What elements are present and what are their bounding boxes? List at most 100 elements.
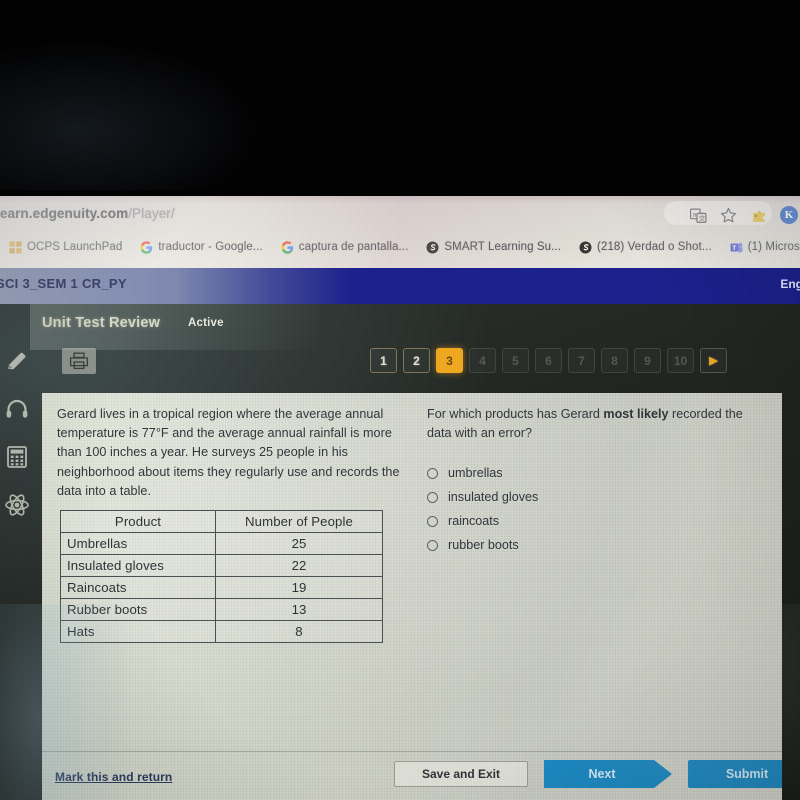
bookmark-label: (1) Microsoft Teams — [747, 241, 800, 253]
table-row: Rubber boots 13 — [60, 598, 383, 621]
table-row: Hats 8 — [60, 620, 383, 643]
pager-page-7[interactable]: 7 — [568, 348, 595, 373]
google-icon — [281, 240, 294, 254]
prompt-emphasis: most likely — [603, 407, 669, 421]
answer-choices: umbrellas insulated gloves raincoats rub… — [427, 461, 762, 557]
pager-page-9[interactable]: 9 — [634, 348, 661, 373]
radio-button-icon[interactable] — [427, 491, 438, 503]
question-pager: 1 2 3 4 5 6 7 8 9 10 ▶ — [370, 348, 727, 373]
answer-choice-label: raincoats — [448, 514, 500, 529]
pager-page-1[interactable]: 1 — [370, 348, 397, 373]
table-row: Insulated gloves 22 — [60, 554, 383, 577]
pager-page-3[interactable]: 3 — [436, 348, 463, 373]
table-cell-product: Raincoats — [60, 576, 216, 599]
bezel-glare — [0, 40, 260, 190]
bookmark-item-traductor-google[interactable]: traductor - Google... — [131, 240, 271, 254]
svg-text:T: T — [732, 245, 736, 252]
answer-choice-umbrellas[interactable]: umbrellas — [427, 461, 762, 485]
save-and-exit-button[interactable]: Save and Exit — [394, 761, 528, 787]
footer-divider — [42, 751, 782, 752]
pager-page-2[interactable]: 2 — [403, 348, 430, 373]
url-text: learn.edgenuity.com/Player/ — [0, 206, 175, 221]
app-header: Unit Test Review Active — [0, 304, 800, 350]
bookmark-label: SMART Learning Su... — [444, 241, 562, 253]
radio-button-icon[interactable] — [427, 539, 438, 551]
bookmark-item-ocps-launchpad[interactable]: OCPS LaunchPad — [0, 241, 131, 254]
pager-page-10[interactable]: 10 — [667, 348, 694, 373]
svg-text:a: a — [692, 211, 696, 218]
bookmark-star-icon[interactable] — [720, 207, 737, 224]
pager-page-4[interactable]: 4 — [469, 348, 496, 373]
prompt-part-1: For which products has Gerard — [427, 407, 604, 421]
teams-icon: T — [730, 241, 743, 254]
table-cell-count: 25 — [215, 532, 383, 555]
answer-choice-label: rubber boots — [448, 538, 519, 553]
answer-choice-rubber-boots[interactable]: rubber boots — [427, 533, 762, 557]
submit-button[interactable]: Submit — [688, 760, 782, 788]
profile-avatar[interactable]: K — [780, 206, 798, 224]
answer-choice-insulated-gloves[interactable]: insulated gloves — [427, 485, 762, 509]
next-button-wrap: Next — [544, 760, 672, 788]
atom-icon[interactable] — [4, 492, 30, 518]
calculator-icon[interactable] — [4, 444, 30, 470]
table-cell-product: Hats — [60, 620, 216, 643]
table-cell-count: 22 — [215, 554, 383, 577]
headphones-icon[interactable] — [4, 396, 30, 422]
course-bar: SCI 3_SEM 1 CR_PY Eng — [0, 268, 800, 304]
toolbar-row: 1 2 3 4 5 6 7 8 9 10 ▶ — [0, 344, 800, 382]
print-button[interactable] — [62, 348, 96, 374]
status-badge: Active — [188, 317, 224, 329]
bookmark-label: (218) Verdad o Shot... — [597, 241, 712, 253]
data-table: Product Number of People Umbrellas 25 In… — [60, 510, 383, 643]
answer-choice-label: umbrellas — [448, 466, 503, 481]
svg-text:文: 文 — [699, 213, 706, 222]
launchpad-icon — [9, 241, 22, 254]
table-cell-product: Insulated gloves — [60, 554, 216, 577]
omnibox-icons: a文 K — [690, 202, 798, 228]
monitor-bezel-top — [0, 0, 800, 196]
tool-rail — [0, 340, 34, 800]
pager-next-icon[interactable]: ▶ — [700, 348, 727, 373]
browser-chrome: learn.edgenuity.com/Player/ a文 K OCPS La… — [0, 196, 800, 268]
next-button[interactable]: Next — [544, 760, 672, 788]
answer-column: For which products has Gerard most likel… — [427, 405, 762, 557]
question-prompt: For which products has Gerard most likel… — [427, 405, 762, 443]
url-path: /Player/ — [128, 206, 175, 221]
pager-page-6[interactable]: 6 — [535, 348, 562, 373]
table-row: Raincoats 19 — [60, 576, 383, 599]
table-cell-count: 8 — [215, 620, 383, 643]
table-cell-product: Rubber boots — [60, 598, 216, 621]
screen: learn.edgenuity.com/Player/ a文 K OCPS La… — [0, 0, 800, 800]
smart-icon — [426, 241, 439, 254]
bookmark-label: captura de pantalla... — [298, 241, 409, 253]
bookmark-item-smart-learning[interactable]: SMART Learning Su... — [417, 241, 570, 254]
url-domain: learn.edgenuity.com — [0, 206, 129, 221]
answer-choice-label: insulated gloves — [448, 490, 539, 505]
bookmark-item-microsoft-teams[interactable]: T (1) Microsoft Teams — [721, 241, 800, 254]
app-body: Unit Test Review Active 1 2 3 4 5 6 7 8 … — [0, 304, 800, 800]
table-header-product: Product — [60, 510, 216, 533]
radio-button-icon[interactable] — [427, 515, 438, 527]
bookmark-label: OCPS LaunchPad — [27, 241, 123, 253]
bookmark-item-verdad-o-shot[interactable]: (218) Verdad o Shot... — [570, 241, 721, 254]
language-label[interactable]: Eng — [780, 277, 800, 291]
address-bar[interactable]: learn.edgenuity.com/Player/ a文 K — [0, 198, 800, 228]
answer-choice-raincoats[interactable]: raincoats — [427, 509, 762, 533]
pager-page-8[interactable]: 8 — [601, 348, 628, 373]
print-icon — [69, 352, 89, 370]
mark-this-and-return-link[interactable]: Mark this and return — [55, 770, 172, 784]
translate-icon[interactable]: a文 — [690, 207, 707, 224]
table-cell-count: 13 — [215, 598, 383, 621]
bookmarks-bar: OCPS LaunchPad traductor - Google... cap… — [0, 232, 800, 262]
table-header-count: Number of People — [215, 510, 383, 533]
radio-button-icon[interactable] — [427, 467, 438, 479]
bookmark-item-captura-de-pantalla[interactable]: captura de pantalla... — [272, 240, 418, 254]
smart-icon — [579, 241, 592, 254]
extension-icon[interactable] — [750, 207, 767, 224]
pager-page-5[interactable]: 5 — [502, 348, 529, 373]
question-stem-column: Gerard lives in a tropical region where … — [57, 405, 407, 501]
page-title: Unit Test Review — [42, 315, 161, 331]
table-cell-count: 19 — [215, 576, 383, 599]
action-buttons: Save and Exit Next Submit — [394, 760, 782, 788]
question-card: Gerard lives in a tropical region where … — [42, 393, 782, 800]
